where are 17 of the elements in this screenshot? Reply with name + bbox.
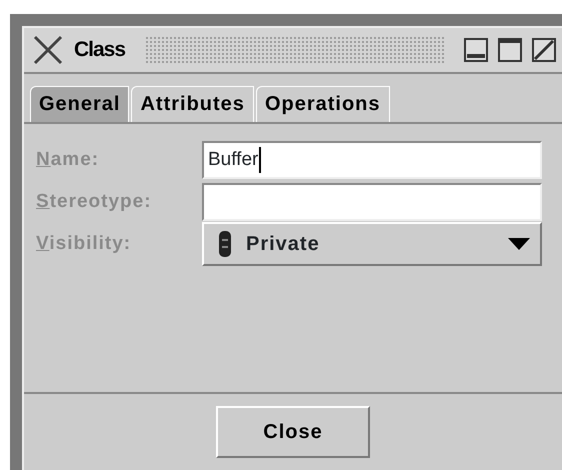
tab[interactable]: General [30,86,130,122]
visibility-dropdown[interactable]: Private [202,222,542,266]
lock-icon [218,230,232,258]
field-label: Stereotype: [36,190,153,214]
close-icon[interactable] [32,35,64,65]
dropdown-arrow-icon [508,238,530,250]
tab[interactable]: Operations [256,86,390,122]
close-button[interactable]: Close [216,406,370,458]
window-title: Class [74,37,126,64]
text-field[interactable] [202,183,542,221]
resize-icon[interactable] [532,38,556,62]
minimize-icon[interactable] [464,38,488,62]
field-label: Name: [36,148,100,172]
tab[interactable]: Attributes [131,86,254,122]
maximize-icon[interactable] [498,38,522,62]
text-field[interactable]: Buffer [202,141,542,179]
field-label: Visibility: [36,232,132,256]
